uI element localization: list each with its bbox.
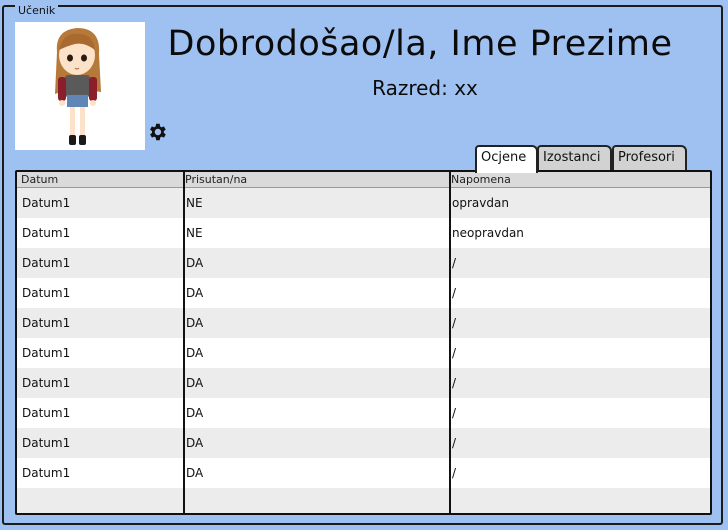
cell-datum: Datum1 (17, 398, 181, 428)
cell-prisutan: DA (181, 428, 447, 458)
cell-datum: Datum1 (17, 428, 181, 458)
cell-prisutan: NE (181, 187, 447, 218)
cell-datum: Datum1 (17, 458, 181, 488)
cell-prisutan: DA (181, 458, 447, 488)
table-row-empty (17, 488, 710, 513)
tab-ocjene[interactable]: Ocjene (475, 145, 538, 173)
tab-profesori[interactable]: Profesori (612, 145, 687, 170)
cell-napomena: / (447, 398, 710, 428)
table-row[interactable]: Datum1 DA / (17, 398, 710, 428)
table-row[interactable]: Datum1 DA / (17, 368, 710, 398)
cell-datum: Datum1 (17, 368, 181, 398)
table-header-row: Datum Prisutan/na Napomena (17, 172, 710, 188)
window-title: Učenik (15, 5, 59, 17)
table-row[interactable]: Datum1 DA / (17, 428, 710, 458)
table-row[interactable]: Datum1 DA / (17, 278, 710, 308)
cell-napomena: neopravdan (447, 218, 710, 248)
cell-datum: Datum1 (17, 338, 181, 368)
cell-prisutan: DA (181, 308, 447, 338)
cell-datum: Datum1 (17, 248, 181, 278)
cell-prisutan: DA (181, 338, 447, 368)
cell-prisutan: DA (181, 248, 447, 278)
tab-izostanci[interactable]: Izostanci (537, 145, 612, 170)
cell-empty (181, 488, 447, 513)
cell-datum: Datum1 (17, 218, 181, 248)
cell-datum: Datum1 (17, 278, 181, 308)
table-row[interactable]: Datum1 DA / (17, 338, 710, 368)
cell-prisutan: DA (181, 278, 447, 308)
table-row[interactable]: Datum1 NE neopravdan (17, 218, 710, 248)
student-avatar (15, 22, 145, 150)
gear-icon[interactable] (146, 121, 168, 143)
table-row[interactable]: Datum1 DA / (17, 458, 710, 488)
table-row[interactable]: Datum1 DA / (17, 248, 710, 278)
cell-napomena: / (447, 458, 710, 488)
column-divider (449, 172, 451, 513)
header-prisutan[interactable]: Prisutan/na (181, 172, 447, 188)
cell-napomena: / (447, 248, 710, 278)
cell-napomena: opravdan (447, 187, 710, 218)
header-datum[interactable]: Datum (17, 172, 181, 188)
cell-napomena: / (447, 428, 710, 458)
cell-empty (17, 488, 181, 513)
cell-prisutan: NE (181, 218, 447, 248)
cell-napomena: / (447, 308, 710, 338)
cell-napomena: / (447, 368, 710, 398)
table-row[interactable]: Datum1 NE opravdan (17, 187, 710, 218)
table-row[interactable]: Datum1 DA / (17, 308, 710, 338)
column-divider (183, 172, 185, 513)
cell-datum: Datum1 (17, 187, 181, 218)
avatar-image (55, 28, 101, 145)
welcome-heading: Dobrodošao/la, Ime Prezime (167, 24, 673, 64)
cell-prisutan: DA (181, 398, 447, 428)
header-napomena[interactable]: Napomena (447, 172, 710, 188)
attendance-table: Datum Prisutan/na Napomena Datum1 NE oprav… (15, 170, 712, 515)
cell-datum: Datum1 (17, 308, 181, 338)
grade-label: Razred: xx (372, 76, 478, 100)
cell-napomena: / (447, 278, 710, 308)
cell-prisutan: DA (181, 368, 447, 398)
cell-empty (447, 488, 710, 513)
cell-napomena: / (447, 338, 710, 368)
